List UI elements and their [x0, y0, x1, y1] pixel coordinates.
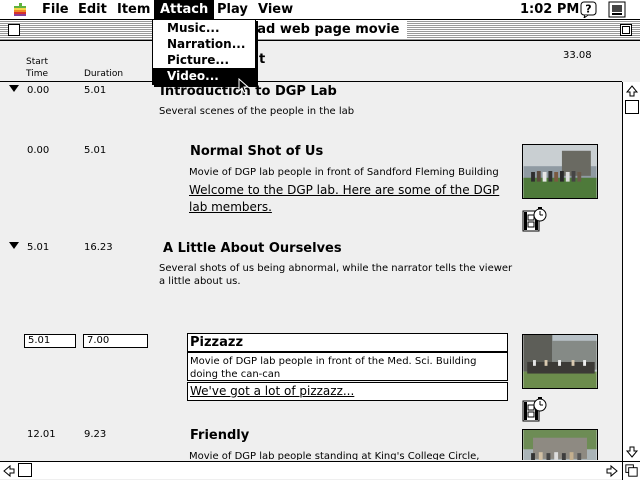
- video-thumbnail[interactable]: [522, 334, 598, 389]
- outline-row[interactable]: 12.01 9.23 Friendly Movie of DGP lab peo…: [0, 426, 622, 460]
- column-header: Start Time Duration t 33.08: [0, 42, 622, 82]
- video-thumbnail[interactable]: [522, 429, 598, 460]
- item-description[interactable]: Movie of DGP lab people standing at King…: [189, 450, 519, 460]
- vertical-scrollbar[interactable]: [622, 82, 640, 462]
- item-title: Pizzazz: [190, 335, 244, 350]
- menu-view[interactable]: View: [252, 0, 299, 19]
- disclosure-triangle-icon[interactable]: [9, 242, 19, 249]
- application-icon[interactable]: [606, 1, 628, 18]
- menu-item-narration[interactable]: Narration...: [153, 36, 255, 52]
- item-description[interactable]: Several shots of us being abnormal, whil…: [159, 262, 519, 288]
- start-time: 5.01: [27, 242, 50, 253]
- scroll-left-arrow-icon[interactable]: [1, 463, 17, 479]
- duration-header: Duration: [84, 69, 124, 79]
- window-title-bar[interactable]: nad web page movie: [0, 20, 640, 41]
- horizontal-scrollbar[interactable]: [0, 461, 622, 479]
- menu-file[interactable]: File: [36, 0, 75, 19]
- disclosure-triangle-icon[interactable]: [9, 85, 19, 92]
- menu-item[interactable]: Item: [111, 0, 156, 19]
- start-time-header: Start Time: [26, 57, 49, 79]
- resize-grow-box-icon[interactable]: [622, 461, 640, 480]
- menubar-clock[interactable]: 1:02 PM: [520, 0, 579, 19]
- outline-row-editing[interactable]: 5.01 7.00 Pizzazz Movie of DGP lab peopl…: [0, 314, 622, 424]
- window-title-overflow: t: [259, 52, 266, 67]
- start-time: 0.00: [27, 85, 50, 96]
- window-title: nad web page movie: [240, 21, 408, 39]
- movie-outline: 0.00 5.01 Introduction to DGP Lab Severa…: [0, 82, 622, 460]
- video-thumbnail[interactable]: [522, 144, 598, 199]
- start-time: 12.01: [27, 429, 56, 440]
- duration: 5.01: [84, 85, 107, 96]
- total-duration: 33.08: [563, 50, 592, 61]
- description-field[interactable]: Movie of DGP lab people in front of the …: [187, 352, 508, 381]
- scroll-down-arrow-icon[interactable]: [624, 444, 640, 460]
- duration-field[interactable]: 7.00: [83, 334, 148, 348]
- item-description[interactable]: Movie of DGP lab people in front of Sand…: [189, 166, 509, 179]
- narration-film-icon[interactable]: [522, 396, 548, 422]
- menu-edit[interactable]: Edit: [72, 0, 113, 19]
- close-box[interactable]: [8, 24, 20, 36]
- outline-row[interactable]: 0.00 5.01 Normal Shot of Us Movie of DGP…: [0, 140, 622, 240]
- zoom-box[interactable]: [620, 24, 632, 36]
- item-title[interactable]: Friendly: [190, 428, 249, 443]
- menu-item-picture[interactable]: Picture...: [153, 52, 255, 68]
- svg-text:?: ?: [585, 3, 591, 16]
- outline-row[interactable]: 5.01 16.23 A Little About Ourselves Seve…: [0, 239, 622, 314]
- duration: 5.01: [84, 145, 107, 156]
- duration: 9.23: [84, 429, 107, 440]
- horizontal-scroll-thumb[interactable]: [18, 463, 32, 477]
- start-time-field[interactable]: 5.01: [24, 334, 76, 348]
- narration-field[interactable]: We've got a lot of pizzazz...: [187, 382, 508, 401]
- item-title[interactable]: Normal Shot of Us: [190, 144, 323, 159]
- narration-text[interactable]: Welcome to the DGP lab. Here are some of…: [189, 182, 509, 216]
- document-window: nad web page movie Start Time Duration t…: [0, 20, 640, 480]
- item-description[interactable]: Several scenes of the people in the lab: [159, 105, 354, 118]
- menu-play[interactable]: Play: [211, 0, 254, 19]
- duration: 16.23: [84, 242, 113, 253]
- menu-bar: File Edit Item Attach Play View 1:02 PM …: [0, 0, 640, 20]
- scroll-right-arrow-icon[interactable]: [604, 463, 620, 479]
- item-title[interactable]: A Little About Ourselves: [163, 241, 342, 256]
- vertical-scroll-thumb[interactable]: [625, 100, 639, 114]
- attach-menu-dropdown: Music... Narration... Picture... Video..…: [152, 19, 256, 85]
- menu-attach[interactable]: Attach: [154, 0, 215, 19]
- narration-film-icon[interactable]: [522, 206, 548, 232]
- scroll-up-arrow-icon[interactable]: [624, 83, 640, 99]
- apple-logo-icon[interactable]: [12, 2, 28, 18]
- help-balloon-icon[interactable]: ?: [580, 1, 597, 18]
- item-description: Movie of DGP lab people in front of the …: [190, 356, 477, 380]
- start-time: 0.00: [27, 145, 50, 156]
- narration-text: We've got a lot of pizzazz...: [190, 384, 355, 398]
- mouse-pointer-icon: [238, 78, 250, 94]
- outline-row[interactable]: 0.00 5.01 Introduction to DGP Lab Severa…: [0, 82, 622, 142]
- menu-item-music[interactable]: Music...: [153, 20, 255, 36]
- title-field[interactable]: Pizzazz: [187, 333, 508, 352]
